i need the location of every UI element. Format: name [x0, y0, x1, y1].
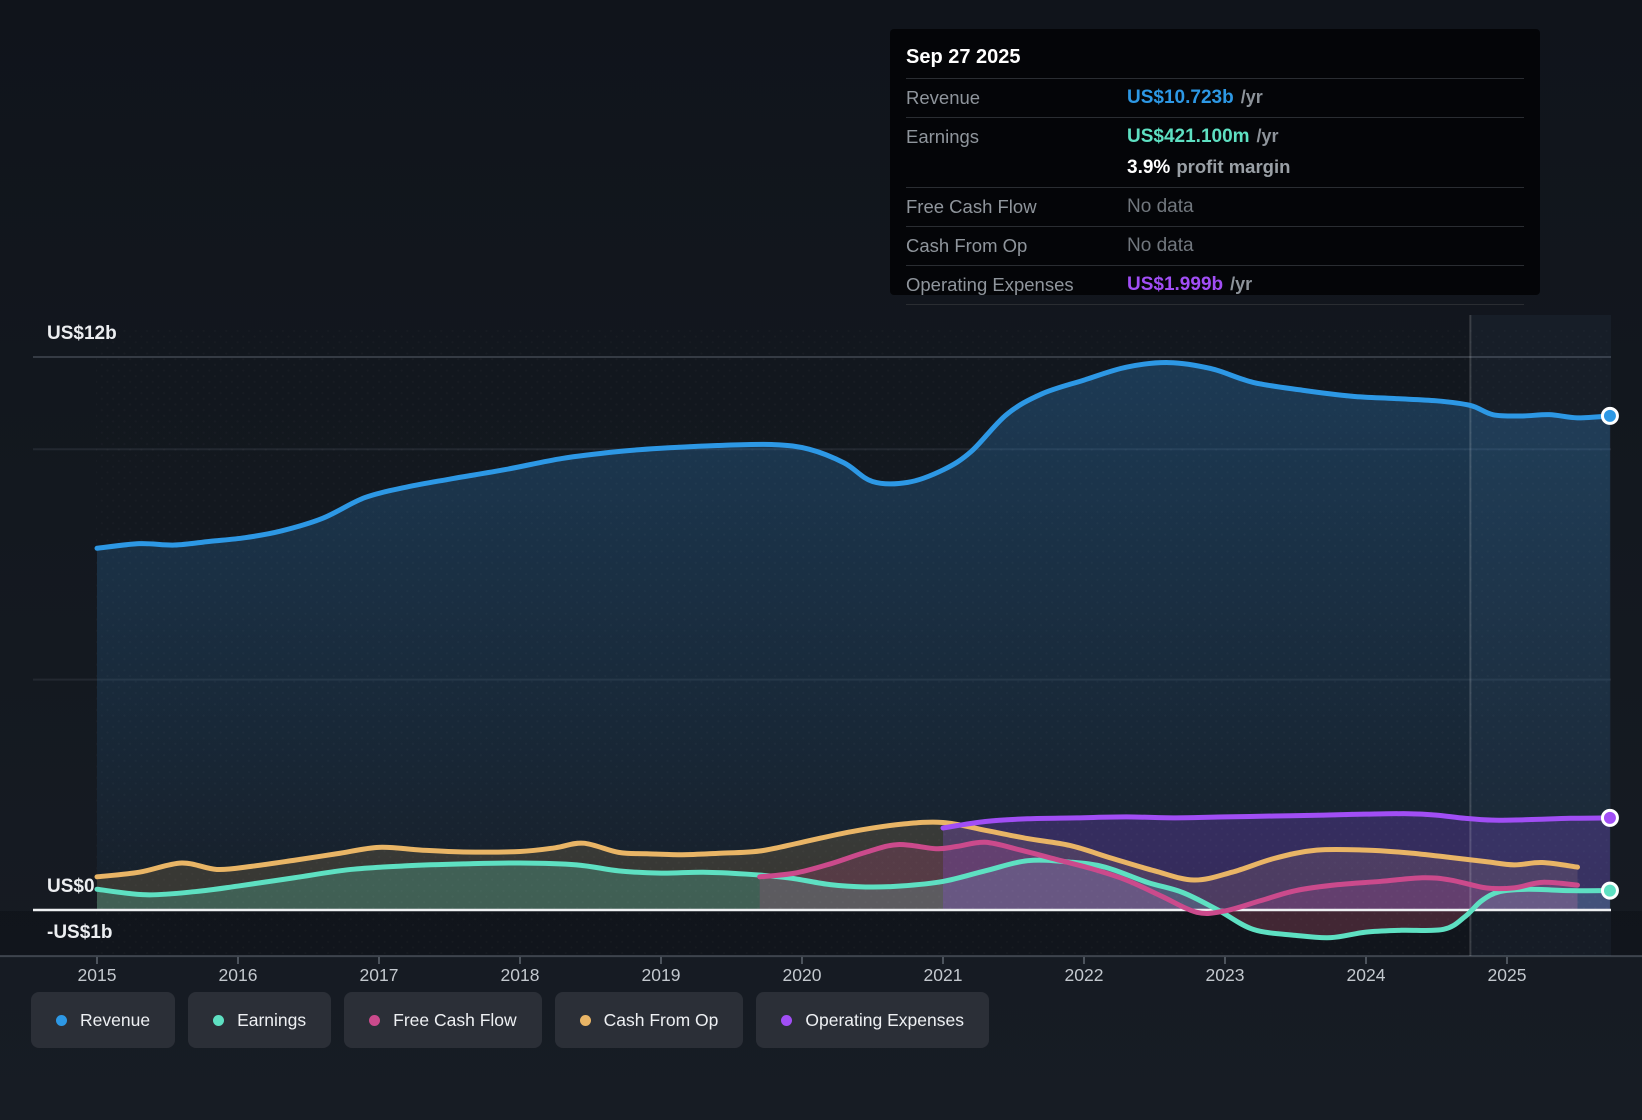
tooltip-value: No data	[1127, 196, 1194, 217]
x-axis-label-2023: 2023	[1205, 965, 1245, 985]
tooltip-date: Sep 27 2025	[906, 29, 1524, 79]
x-axis-label-2025: 2025	[1487, 965, 1527, 985]
x-axis-label-2020: 2020	[782, 965, 822, 985]
y-axis-label-12b: US$12b	[47, 323, 117, 345]
tooltip-label: Earnings	[906, 126, 980, 147]
earnings-dot-icon	[213, 1014, 225, 1026]
tooltip-row-operating-expenses: Operating Expenses US$1.999b/yr	[906, 266, 1524, 305]
x-axis-label-2022: 2022	[1064, 965, 1104, 985]
tooltip-row-revenue: Revenue US$10.723b/yr	[906, 79, 1524, 118]
earnings-end-marker	[1600, 881, 1619, 900]
y-axis-label-0b: US$0	[47, 876, 95, 897]
financial-history-chart: US$12b US$0 -US$1b 2015 2016 2017 2018 2019 202…	[0, 0, 1642, 1120]
tooltip-value: US$10.723b/yr	[1127, 87, 1263, 108]
revenue-end-marker	[1600, 406, 1619, 425]
x-axis-label-2015: 2015	[77, 965, 117, 985]
plot-texture	[96, 330, 1611, 954]
legend-item-cash-from-op[interactable]: Cash From Op	[554, 992, 744, 1048]
x-axis-label-2021: 2021	[923, 965, 963, 985]
x-axis-label-2024: 2024	[1346, 965, 1386, 985]
chart-legend: Revenue Earnings Free Cash Flow Cash Fro…	[31, 992, 989, 1048]
x-axis-label-2019: 2019	[641, 965, 681, 985]
legend-item-revenue[interactable]: Revenue	[31, 992, 176, 1048]
tooltip-row-earnings: Earnings US$421.100m/yr 3.9% profit margi…	[906, 118, 1524, 188]
legend-item-operating-expenses[interactable]: Operating Expenses	[756, 992, 989, 1048]
chart-tooltip: Sep 27 2025 Revenue US$10.723b/yr Earnin…	[890, 29, 1540, 305]
tooltip-label: Revenue	[906, 87, 981, 108]
operating-expenses-dot-icon	[781, 1014, 793, 1026]
x-axis-label-2018: 2018	[500, 965, 540, 985]
y-axis-label--1b: -US$1b	[47, 922, 113, 944]
profit-margin: 3.9% profit margin	[1127, 156, 1291, 178]
tooltip-value: US$421.100m/yr 3.9% profit margin	[1127, 123, 1524, 181]
x-axis-label-2017: 2017	[359, 965, 399, 985]
tooltip-value: No data	[1127, 235, 1194, 256]
x-axis-label-2016: 2016	[218, 965, 258, 985]
tooltip-label: Operating Expenses	[906, 274, 1074, 295]
operating-expenses-end-marker	[1600, 808, 1619, 827]
legend-item-earnings[interactable]: Earnings	[188, 992, 332, 1048]
cash-from-op-dot-icon	[579, 1014, 591, 1026]
legend-item-free-cash-flow[interactable]: Free Cash Flow	[344, 992, 542, 1048]
tooltip-row-free-cash-flow: Free Cash Flow No data	[906, 188, 1524, 227]
tooltip-label: Cash From Op	[906, 235, 1028, 256]
tooltip-value: US$1.999b/yr	[1127, 274, 1253, 295]
free-cash-flow-dot-icon	[369, 1014, 381, 1026]
tooltip-label: Free Cash Flow	[906, 196, 1037, 217]
revenue-dot-icon	[56, 1014, 67, 1026]
tooltip-row-cash-from-op: Cash From Op No data	[906, 227, 1524, 266]
